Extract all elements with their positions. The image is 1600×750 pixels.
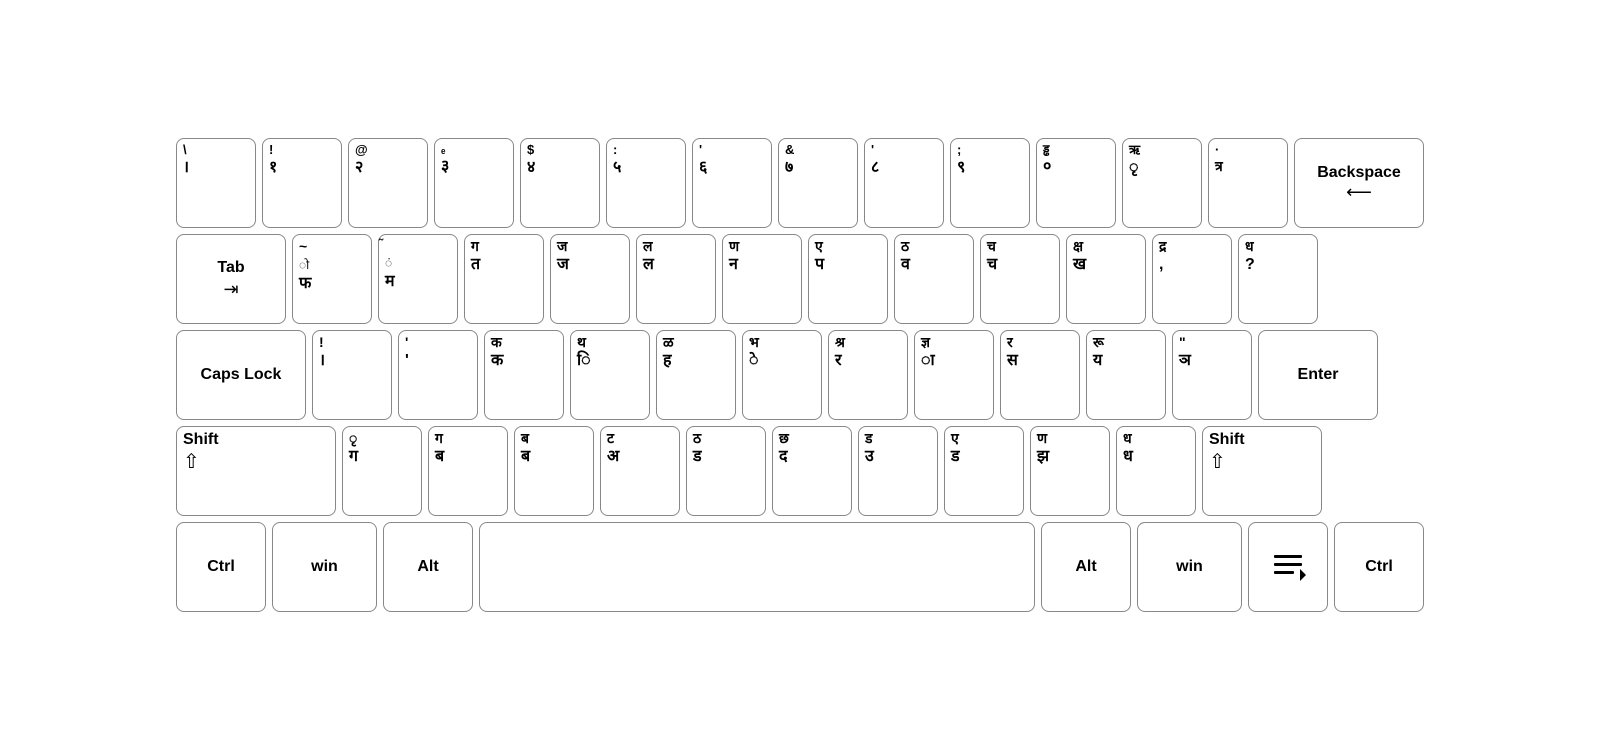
key-win-left[interactable]: win: [272, 522, 377, 612]
key-0[interactable]: ड्ढ ०: [1036, 138, 1116, 228]
key-shift-left[interactable]: Shift ⇧: [176, 426, 336, 516]
key-space[interactable]: [479, 522, 1035, 612]
key-5[interactable]: : ५: [606, 138, 686, 228]
key-8[interactable]: ' ८: [864, 138, 944, 228]
keyboard-row-5: Ctrl win Alt Alt win: [176, 522, 1424, 612]
keyboard-row-1: \ । ! १ @ २ ₑ ३ $ ४ : ५ ' ६ & ७: [176, 138, 1424, 228]
key-win-right[interactable]: win: [1137, 522, 1242, 612]
key-h[interactable]: भ े: [742, 330, 822, 420]
key-quote[interactable]: " ञ: [1172, 330, 1252, 420]
key-j[interactable]: श्र र: [828, 330, 908, 420]
key-comma[interactable]: ए ड: [944, 426, 1024, 516]
key-v[interactable]: ट अ: [600, 426, 680, 516]
key-menu[interactable]: [1248, 522, 1328, 612]
key-k[interactable]: ज्ञ ा: [914, 330, 994, 420]
key-ctrl-left[interactable]: Ctrl: [176, 522, 266, 612]
key-l[interactable]: र स: [1000, 330, 1080, 420]
key-a[interactable]: ! ।: [312, 330, 392, 420]
key-r[interactable]: ज ज: [550, 234, 630, 324]
key-u[interactable]: ए प: [808, 234, 888, 324]
key-tab[interactable]: Tab ⇥: [176, 234, 286, 324]
key-9[interactable]: ; ९: [950, 138, 1030, 228]
key-n[interactable]: छ द: [772, 426, 852, 516]
key-e[interactable]: ग त: [464, 234, 544, 324]
key-c[interactable]: ब ब: [514, 426, 594, 516]
key-enter[interactable]: Enter: [1258, 330, 1378, 420]
keyboard-row-4: Shift ⇧ ृ ग ग ब ब ब ट अ ठ ड छ द ड उ: [176, 426, 1424, 516]
key-period[interactable]: ण झ: [1030, 426, 1110, 516]
key-b[interactable]: ठ ड: [686, 426, 766, 516]
key-slash[interactable]: ध ध: [1116, 426, 1196, 516]
key-backtick[interactable]: \ ।: [176, 138, 256, 228]
key-z[interactable]: ृ ग: [342, 426, 422, 516]
keyboard-row-3: Caps Lock ! । ' ' क क थ ि ळ ह भ े श्र र: [176, 330, 1424, 420]
key-alt-left[interactable]: Alt: [383, 522, 473, 612]
key-o[interactable]: च च: [980, 234, 1060, 324]
key-g[interactable]: ळ ह: [656, 330, 736, 420]
key-w[interactable]: ̃ ं म: [378, 234, 458, 324]
key-equal[interactable]: · त्र: [1208, 138, 1288, 228]
key-alt-right[interactable]: Alt: [1041, 522, 1131, 612]
key-4[interactable]: $ ४: [520, 138, 600, 228]
key-x[interactable]: ग ब: [428, 426, 508, 516]
key-3[interactable]: ₑ ३: [434, 138, 514, 228]
key-q[interactable]: ~ ो फ: [292, 234, 372, 324]
key-1[interactable]: ! १: [262, 138, 342, 228]
key-shift-right[interactable]: Shift ⇧: [1202, 426, 1322, 516]
key-rbracket[interactable]: ध ?: [1238, 234, 1318, 324]
key-6[interactable]: ' ६: [692, 138, 772, 228]
key-d[interactable]: क क: [484, 330, 564, 420]
key-lbracket[interactable]: द्र ,: [1152, 234, 1232, 324]
key-s[interactable]: ' ': [398, 330, 478, 420]
key-backspace[interactable]: Backspace ⟵: [1294, 138, 1424, 228]
key-f[interactable]: थ ि: [570, 330, 650, 420]
key-minus[interactable]: ऋ ृ: [1122, 138, 1202, 228]
key-capslock[interactable]: Caps Lock: [176, 330, 306, 420]
key-2[interactable]: @ २: [348, 138, 428, 228]
keyboard: \ । ! १ @ २ ₑ ३ $ ४ : ५ ' ६ & ७: [156, 120, 1444, 630]
key-t[interactable]: ल ल: [636, 234, 716, 324]
key-p[interactable]: क्ष ख: [1066, 234, 1146, 324]
key-y[interactable]: ण न: [722, 234, 802, 324]
key-m[interactable]: ड उ: [858, 426, 938, 516]
keyboard-row-2: Tab ⇥ ~ ो फ ̃ ं म ग त ज ज ल: [176, 234, 1424, 324]
key-7[interactable]: & ७: [778, 138, 858, 228]
key-semicolon[interactable]: रू य: [1086, 330, 1166, 420]
key-i[interactable]: ठ व: [894, 234, 974, 324]
key-ctrl-right[interactable]: Ctrl: [1334, 522, 1424, 612]
